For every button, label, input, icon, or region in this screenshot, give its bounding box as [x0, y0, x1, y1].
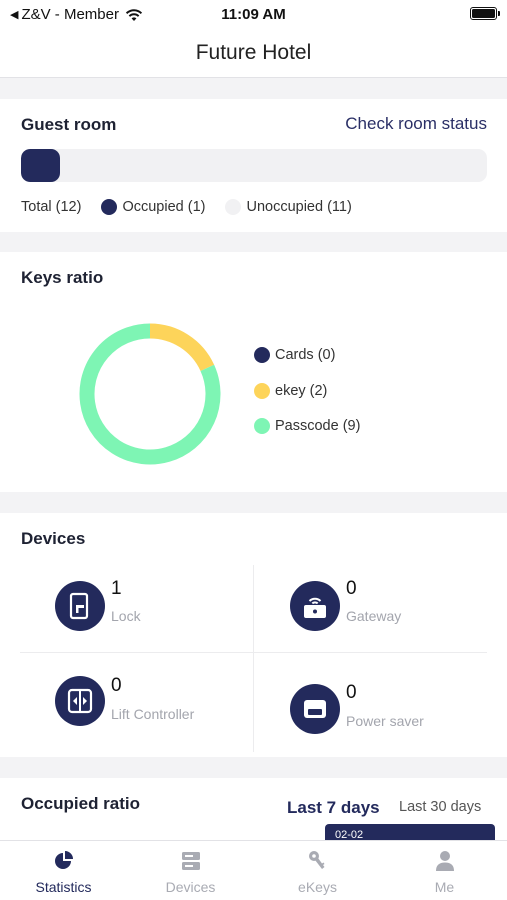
page-title: Future Hotel	[195, 41, 312, 64]
status-bar: ◀ Z&V - Member 11:09 AM	[0, 0, 507, 30]
keys-ratio-title: Keys ratio	[21, 268, 104, 287]
tab-ekeys[interactable]: eKeys	[254, 841, 381, 900]
legend-unoccupied: Unoccupied (11)	[225, 199, 352, 215]
legend-total: Total (12)	[21, 199, 81, 215]
tab-statistics[interactable]: Statistics	[0, 841, 127, 900]
lift-controller-icon[interactable]	[55, 676, 105, 726]
keys-ratio-card: Keys ratio Cards (0) ekey (2) Passcode (…	[0, 252, 507, 492]
last-30-days-tab[interactable]: Last 30 days	[399, 799, 481, 815]
status-time: 11:09 AM	[221, 6, 286, 23]
occupied-ratio-card: Occupied ratio Last 7 days Last 30 days …	[0, 778, 507, 844]
battery-icon	[470, 7, 500, 20]
nav-bar: Future Hotel	[0, 30, 507, 78]
ekey-label: ekey (2)	[275, 383, 328, 399]
devices-card: Devices 1 Lock 0 Gateway 0 Lift Controll…	[0, 513, 507, 757]
tab-me[interactable]: Me	[381, 841, 507, 900]
keys-ratio-donut-chart	[79, 323, 221, 465]
legend-passcode: Passcode (9)	[254, 418, 360, 434]
donut-segment-ekey	[149, 323, 215, 372]
occupancy-bar	[21, 149, 487, 182]
power-saver-icon[interactable]	[290, 684, 340, 734]
gateway-icon[interactable]	[290, 581, 340, 631]
tab-devices-label: Devices	[165, 879, 216, 895]
unoccupied-label: Unoccupied (11)	[246, 199, 352, 215]
lock-icon[interactable]	[55, 581, 105, 631]
cards-label: Cards (0)	[275, 347, 336, 363]
grid-divider-vertical	[253, 565, 254, 752]
occupied-ratio-title: Occupied ratio	[21, 794, 141, 813]
legend-ekey: ekey (2)	[254, 383, 327, 399]
guest-room-card: Guest room Check room status Total (12) …	[0, 99, 507, 232]
unoccupied-dot-icon	[225, 199, 242, 215]
guest-room-title: Guest room	[21, 115, 117, 134]
tab-ekeys-label: eKeys	[298, 879, 337, 895]
power-saver-count: 0	[346, 682, 357, 703]
lock-label[interactable]: Lock	[111, 608, 141, 624]
guest-room-legend: Total (12) Occupied (1) Unoccupied (11)	[21, 199, 372, 215]
occupied-dot-icon	[101, 199, 118, 215]
check-room-status-link[interactable]: Check room status	[345, 114, 487, 134]
me-icon	[435, 851, 454, 871]
legend-cards: Cards (0)	[254, 347, 335, 363]
gateway-label[interactable]: Gateway	[346, 608, 401, 624]
total-label: Total (12)	[21, 199, 82, 215]
tab-devices[interactable]: Devices	[127, 841, 254, 900]
last-7-days-tab[interactable]: Last 7 days	[287, 798, 380, 818]
power-saver-label[interactable]: Power saver	[346, 713, 424, 729]
lock-count: 1	[111, 578, 122, 599]
statistics-icon	[54, 851, 73, 869]
occupied-label: Occupied (1)	[122, 199, 206, 215]
ekeys-icon	[308, 851, 324, 869]
lift-controller-label[interactable]: Lift Controller	[111, 706, 194, 722]
ekey-dot-icon	[254, 383, 270, 399]
grid-divider-horizontal	[20, 652, 487, 653]
tab-me-label: Me	[434, 879, 455, 895]
tab-statistics-label: Statistics	[35, 879, 92, 895]
bottom-tab-bar: Statistics Devices eKeys Me	[0, 840, 507, 900]
occupancy-bar-fill	[21, 149, 60, 182]
legend-occupied: Occupied (1)	[101, 199, 205, 215]
passcode-label: Passcode (9)	[275, 418, 361, 434]
gateway-count: 0	[346, 578, 357, 599]
devices-icon	[181, 852, 200, 870]
cards-dot-icon	[254, 347, 270, 363]
passcode-dot-icon	[254, 418, 270, 434]
lift-controller-count: 0	[111, 675, 122, 696]
devices-title: Devices	[21, 529, 86, 548]
